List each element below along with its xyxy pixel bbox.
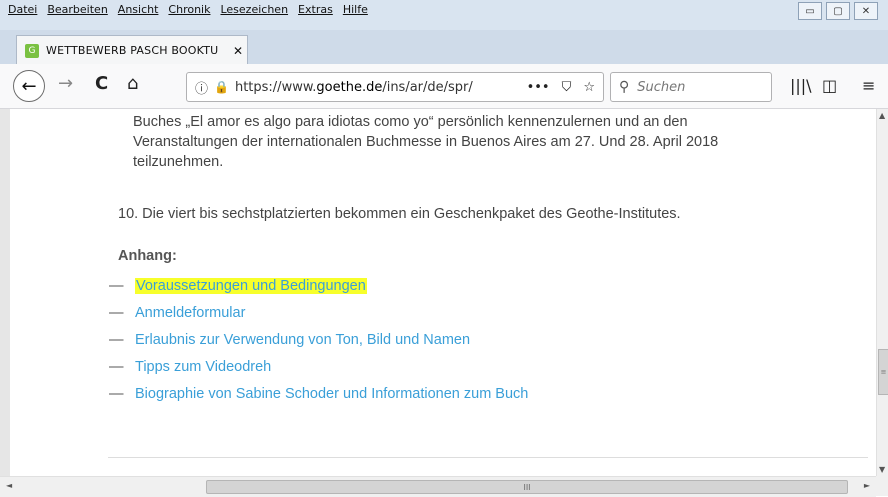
menu-chronik[interactable]: Chronik — [168, 3, 210, 16]
url-domain: goethe.de — [316, 79, 383, 95]
list-item-10: 10. Die viert bis sechstplatzierten beko… — [118, 206, 681, 222]
info-icon[interactable]: ⓘ — [195, 78, 208, 97]
library-icon[interactable]: |||\ — [790, 76, 812, 95]
scroll-corner — [876, 476, 888, 496]
pocket-icon[interactable]: ⛉ — [562, 80, 572, 95]
page-actions-icon[interactable]: ••• — [527, 80, 550, 95]
divider — [108, 457, 868, 458]
hamburger-menu-icon[interactable]: ≡ — [862, 76, 875, 95]
link-erlaubnis[interactable]: Erlaubnis zur Verwendung von Ton, Bild u… — [135, 332, 470, 348]
scroll-left-icon[interactable]: ◄ — [6, 481, 12, 490]
forward-button[interactable]: → — [58, 74, 73, 94]
close-window-button[interactable]: ✕ — [854, 2, 878, 20]
url-text[interactable]: https://www.goethe.de/ins/ar/de/spr/ — [235, 80, 473, 95]
list-item: — Tipps zum Videodreh — [109, 353, 528, 380]
search-icon: ⚲ — [619, 79, 630, 95]
dash: — — [109, 358, 124, 375]
paragraph-line: teilzunehmen. — [133, 154, 224, 170]
navigation-toolbar: ← → C ⌂ ⓘ 🔒 https://www.goethe.de/ins/ar… — [0, 64, 888, 109]
menu-extras[interactable]: Extras — [298, 3, 333, 16]
maximize-button[interactable]: ▢ — [826, 2, 850, 20]
dash: — — [109, 385, 124, 402]
horizontal-scrollbar[interactable]: ◄ III ► — [0, 476, 876, 497]
vertical-scroll-thumb[interactable]: ≡ — [878, 349, 888, 395]
reload-button[interactable]: C — [95, 74, 108, 94]
page-viewport: Buches „El amor es algo para idiotas com… — [0, 109, 876, 476]
list-item: — Voraussetzungen und Bedingungen — [109, 272, 528, 299]
section-heading: Anhang: — [118, 248, 177, 264]
bookmark-star-icon[interactable]: ☆ — [583, 80, 595, 95]
menu-ansicht[interactable]: Ansicht — [118, 3, 159, 16]
vertical-scrollbar[interactable]: ▲ ≡ ▼ — [876, 109, 888, 476]
list-item: — Anmeldeformular — [109, 299, 528, 326]
paragraph-line: Buches „El amor es algo para idiotas com… — [133, 114, 688, 130]
link-anmeldeformular[interactable]: Anmeldeformular — [135, 305, 245, 321]
back-button[interactable]: ← — [13, 70, 45, 102]
horizontal-scroll-thumb[interactable]: III — [206, 480, 848, 494]
tab-wettbewerb[interactable]: G WETTBEWERB PASCH BOOKTU ✕ — [16, 35, 248, 65]
dash: — — [109, 277, 124, 294]
home-button[interactable]: ⌂ — [127, 74, 138, 94]
link-biographie[interactable]: Biographie von Sabine Schoder und Inform… — [135, 386, 528, 402]
list-item: — Erlaubnis zur Verwendung von Ton, Bild … — [109, 326, 528, 353]
url-path: /ins/ar/de/spr/ — [382, 79, 473, 95]
scroll-right-icon[interactable]: ► — [864, 481, 870, 490]
favicon-icon: G — [25, 43, 39, 58]
menu-hilfe[interactable]: Hilfe — [343, 3, 368, 16]
minimize-button[interactable]: ▭ — [798, 2, 822, 20]
attachment-list: — Voraussetzungen und Bedingungen — Anmeld… — [109, 272, 528, 407]
menu-lesezeichen[interactable]: Lesezeichen — [220, 3, 288, 16]
dash: — — [109, 304, 124, 321]
left-edge — [0, 109, 10, 476]
menu-bearbeiten[interactable]: Bearbeiten — [47, 3, 107, 16]
sidebar-icon[interactable]: ◫ — [822, 76, 837, 95]
link-voraussetzungen[interactable]: Voraussetzungen und Bedingungen — [135, 277, 367, 294]
list-item: — Biographie von Sabine Schoder und Infor… — [109, 380, 528, 407]
url-prefix: https://www. — [234, 79, 317, 95]
tab-strip: G WETTBEWERB PASCH BOOKTU ✕ — [0, 30, 888, 65]
close-tab-icon[interactable]: ✕ — [229, 44, 247, 58]
menu-datei[interactable]: Datei — [8, 3, 37, 16]
scroll-up-icon[interactable]: ▲ — [879, 111, 885, 120]
tab-title: WETTBEWERB PASCH BOOKTU — [46, 44, 219, 57]
search-input[interactable]: ⚲ Suchen — [610, 72, 772, 102]
lock-icon: 🔒 — [214, 80, 229, 94]
paragraph-line: Veranstaltungen der internationalen Buch… — [133, 134, 719, 150]
link-tipps[interactable]: Tipps zum Videodreh — [135, 359, 271, 375]
menu-bar: Datei Bearbeiten Ansicht Chronik Lesezei… — [0, 0, 888, 30]
dash: — — [109, 331, 124, 348]
search-placeholder: Suchen — [637, 79, 686, 95]
url-bar[interactable]: ⓘ 🔒 https://www.goethe.de/ins/ar/de/spr/… — [186, 72, 604, 102]
scroll-down-icon[interactable]: ▼ — [879, 465, 885, 474]
